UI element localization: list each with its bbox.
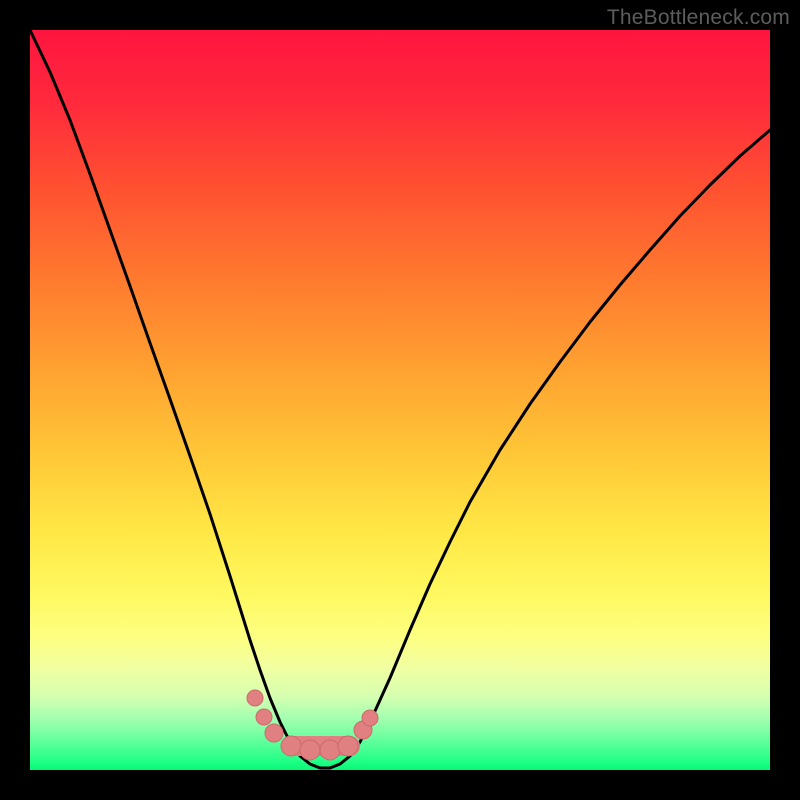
- marker-dot: [281, 736, 301, 756]
- curve-layer: [30, 30, 770, 770]
- chart-stage: TheBottleneck.com: [0, 0, 800, 800]
- marker-dot: [265, 724, 283, 742]
- marker-dot: [320, 740, 340, 760]
- plot-area: [30, 30, 770, 770]
- watermark-text: TheBottleneck.com: [607, 6, 790, 30]
- marker-dot: [338, 736, 358, 756]
- marker-dot: [300, 740, 320, 760]
- marker-dot: [247, 690, 263, 706]
- marker-layer: [247, 690, 378, 760]
- marker-dot: [256, 709, 272, 725]
- marker-dot: [362, 710, 378, 726]
- bottleneck-curve: [30, 30, 770, 768]
